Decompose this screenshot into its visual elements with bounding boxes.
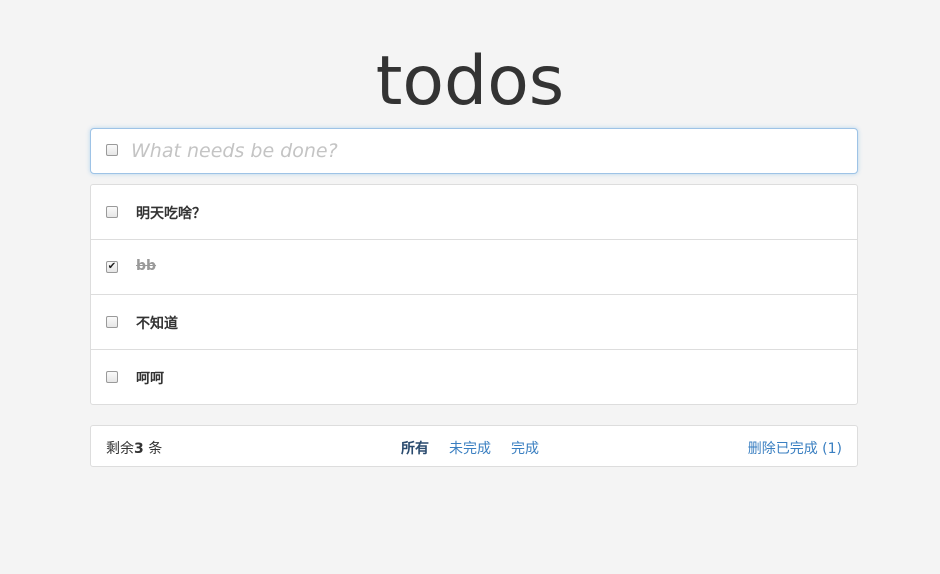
todo-label[interactable]: 明天吃啥？ bbox=[136, 203, 206, 223]
filter-completed[interactable]: 完成 bbox=[511, 438, 539, 458]
filter-all[interactable]: 所有 bbox=[401, 438, 429, 458]
todo-toggle-checkbox[interactable] bbox=[106, 371, 118, 383]
toggle-all-checkbox[interactable] bbox=[106, 144, 118, 156]
todo-item: 明天吃啥？ bbox=[91, 185, 857, 240]
new-todo-input[interactable] bbox=[131, 137, 831, 165]
todo-toggle-checkbox[interactable] bbox=[106, 316, 118, 328]
todo-label[interactable]: 不知道 bbox=[136, 313, 178, 333]
app-title: todos bbox=[375, 42, 565, 121]
todo-footer: 剩余3 条 所有 未完成 完成 删除已完成 (1) bbox=[90, 425, 858, 467]
todo-toggle-checkbox[interactable] bbox=[106, 206, 118, 218]
remaining-count: 剩余3 条 bbox=[106, 438, 162, 458]
filters: 所有 未完成 完成 bbox=[401, 438, 559, 458]
clear-completed-button[interactable]: 删除已完成 (1) bbox=[748, 438, 842, 458]
count-prefix: 剩余 bbox=[106, 441, 134, 457]
todo-label[interactable]: bb bbox=[136, 258, 156, 274]
todo-item: 不知道 bbox=[91, 295, 857, 350]
count-suffix: 条 bbox=[143, 441, 163, 457]
todo-list: 明天吃啥？ ✔ bb 不知道 呵呵 bbox=[90, 184, 858, 405]
todo-toggle-checkbox[interactable]: ✔ bbox=[106, 261, 118, 273]
count-value: 3 bbox=[134, 441, 144, 457]
filter-active[interactable]: 未完成 bbox=[449, 438, 491, 458]
todo-item: ✔ bb bbox=[91, 240, 857, 295]
new-todo-bar bbox=[90, 128, 858, 174]
todo-item: 呵呵 bbox=[91, 350, 857, 404]
todo-label[interactable]: 呵呵 bbox=[136, 368, 164, 388]
